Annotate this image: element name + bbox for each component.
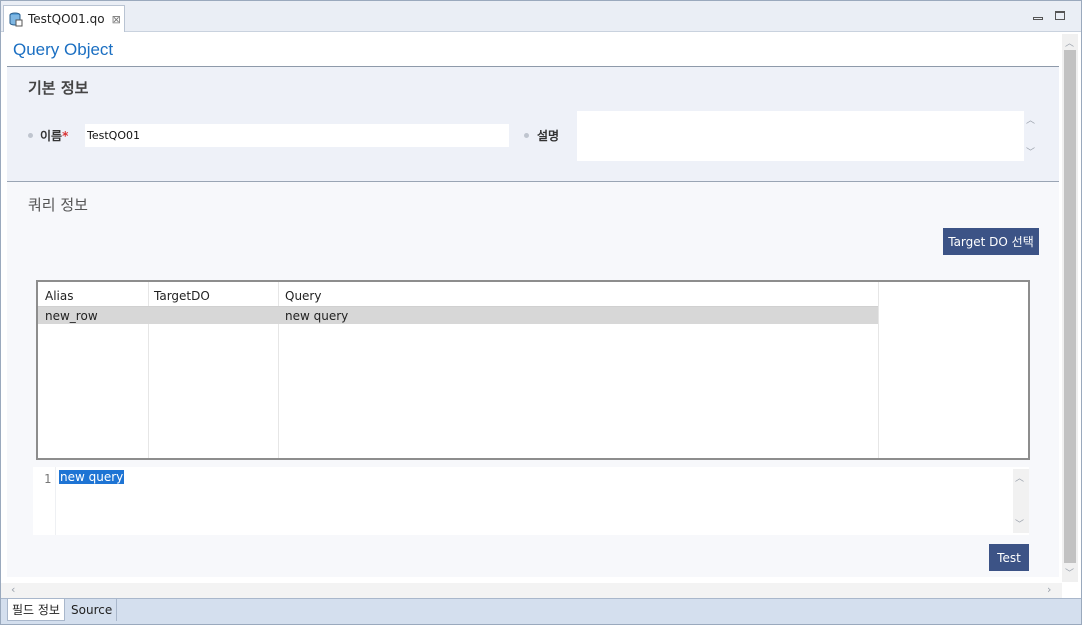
column-header-query[interactable]: Query <box>285 289 321 303</box>
close-icon[interactable]: ⊠ <box>112 13 121 26</box>
query-info-heading: 쿼리 정보 <box>28 196 88 214</box>
tab-source[interactable]: Source <box>67 599 118 621</box>
query-table: Alias TargetDO Query new_row new query <box>36 280 1030 460</box>
minimize-icon[interactable] <box>1031 11 1045 23</box>
column-header-alias[interactable]: Alias <box>45 289 73 303</box>
chevron-down-icon[interactable]: ﹀ <box>1015 517 1024 530</box>
description-scrollbar[interactable]: ︿ ﹀ <box>1024 111 1037 161</box>
database-file-icon <box>9 12 23 27</box>
editor-scrollbar[interactable]: ︿ ﹀ <box>1013 469 1029 533</box>
query-editor[interactable]: 1 new query ︿ ﹀ <box>33 467 1029 535</box>
required-mark: * <box>62 129 69 143</box>
selected-query-text[interactable]: new query <box>59 470 125 484</box>
cell-alias[interactable]: new_row <box>45 309 98 323</box>
chevron-down-icon[interactable]: ﹀ <box>1026 145 1035 158</box>
maximize-icon[interactable] <box>1053 11 1067 23</box>
horizontal-scrollbar[interactable]: ‹ › <box>1 583 1062 598</box>
basic-info-heading: 기본 정보 <box>28 79 89 97</box>
editor-tab-testqo01[interactable]: TestQO01.qo ⊠ <box>3 5 125 32</box>
cell-query[interactable]: new query <box>285 309 348 323</box>
test-button[interactable]: Test <box>989 544 1029 571</box>
bullet-icon <box>524 133 529 138</box>
name-input[interactable] <box>85 124 509 147</box>
desc-label: 설명 <box>537 129 560 143</box>
bullet-icon <box>28 133 33 138</box>
name-label: 이름* <box>40 129 69 143</box>
editor-window: TestQO01.qo ⊠ Query Object 기본 정보 이름* 설명 … <box>0 0 1082 625</box>
chevron-right-icon[interactable]: › <box>1047 583 1051 596</box>
page-title: Query Object <box>13 40 114 59</box>
scrollbar-thumb[interactable] <box>1064 50 1076 563</box>
gutter-divider <box>55 467 56 535</box>
select-target-do-button[interactable]: Target DO 선택 <box>943 228 1039 255</box>
table-row[interactable]: new_row new query <box>38 307 878 324</box>
chevron-left-icon[interactable]: ‹ <box>11 583 15 596</box>
chevron-up-icon[interactable]: ︿ <box>1015 471 1024 484</box>
editor-tab-bar: TestQO01.qo ⊠ <box>1 1 1081 32</box>
tab-field-info[interactable]: 필드 정보 <box>7 599 65 621</box>
line-number: 1 <box>44 472 52 486</box>
column-divider <box>878 282 879 458</box>
chevron-up-icon[interactable]: ︿ <box>1026 113 1035 126</box>
bottom-tab-bar: 필드 정보 Source <box>1 598 1081 624</box>
vertical-scrollbar[interactable]: ︿ ﹀ <box>1062 34 1078 582</box>
description-textarea[interactable] <box>577 111 1024 161</box>
column-header-targetdo[interactable]: TargetDO <box>154 289 210 303</box>
editor-tab-label: TestQO01.qo <box>28 12 105 26</box>
chevron-up-icon[interactable]: ︿ <box>1065 36 1074 49</box>
chevron-down-icon[interactable]: ﹀ <box>1065 566 1074 579</box>
